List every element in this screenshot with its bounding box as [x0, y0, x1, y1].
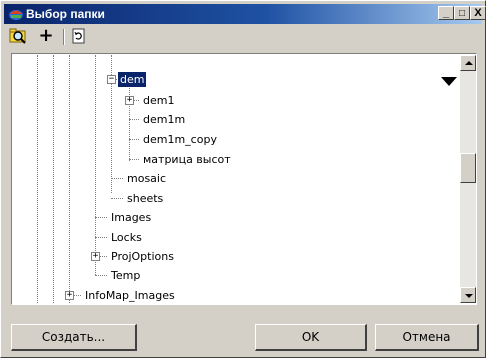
tree-item-dem[interactable]: dem [118, 72, 147, 87]
arrow-up-icon [465, 61, 473, 65]
vertical-scrollbar[interactable] [460, 55, 476, 303]
tree-item-temp[interactable]: Temp [109, 268, 142, 283]
tree-item-mosaic[interactable]: mosaic [125, 171, 168, 186]
window-title: Выбор папки [26, 7, 105, 21]
tree-item-dem1m-copy[interactable]: dem1m_copy [141, 132, 219, 147]
toolbar-separator [63, 29, 65, 45]
tree-guide-line [37, 55, 38, 303]
scroll-thumb[interactable] [460, 153, 476, 183]
arrow-down-icon [465, 294, 473, 298]
close-button[interactable]: X [470, 6, 486, 20]
tree-guide-line [95, 55, 96, 275]
tree-item-dem1m[interactable]: dem1m [141, 112, 187, 127]
tree-item-locks[interactable]: Locks [109, 230, 144, 245]
tree-connector [95, 237, 107, 238]
tree-content: − dem + dem1 dem1m dem1m_copy матрица вы… [13, 55, 459, 303]
refresh-icon [72, 28, 85, 44]
app-icon [9, 10, 23, 20]
tree-connector [129, 159, 139, 160]
tree-guide-line [53, 55, 54, 303]
plus-icon: + [92, 251, 99, 261]
scroll-down-button[interactable] [460, 287, 476, 303]
tree-item-infomap-images[interactable]: InfoMap_Images [83, 288, 177, 303]
tree-item-dem1[interactable]: dem1 [141, 93, 176, 108]
folder-picker-dialog: Выбор папки _ □ X + − dem + dem1 dem1m d… [0, 0, 486, 358]
plus-icon: + [126, 95, 133, 105]
refresh-button[interactable] [69, 27, 91, 47]
find-folder-icon [9, 28, 26, 44]
find-folder-button[interactable] [9, 27, 31, 47]
tree-connector [129, 119, 139, 120]
close-icon: X [474, 7, 482, 19]
expand-toggle[interactable]: + [91, 252, 100, 261]
tree-connector [95, 217, 107, 218]
maximize-icon: □ [458, 8, 466, 19]
collapse-toggle[interactable]: − [107, 75, 116, 84]
add-button[interactable]: + [35, 27, 57, 47]
minimize-icon: _ [442, 7, 450, 19]
title-bar[interactable]: Выбор папки _ □ X [4, 4, 486, 24]
minimize-button[interactable]: _ [438, 6, 454, 20]
expand-toggle[interactable]: + [65, 291, 74, 300]
tree-item-sheets[interactable]: sheets [125, 191, 165, 206]
tree-item-images[interactable]: Images [109, 210, 153, 225]
tree-connector [111, 198, 123, 199]
tree-item-height-matrix[interactable]: матрица высот [141, 152, 233, 167]
dropdown-arrow-icon[interactable] [441, 77, 457, 86]
plus-icon: + [66, 290, 73, 300]
tree-item-projoptions[interactable]: ProjOptions [109, 249, 176, 264]
minus-icon: − [108, 74, 115, 84]
ok-button[interactable]: OK [255, 324, 367, 351]
maximize-button[interactable]: □ [454, 6, 470, 20]
tree-connector [111, 178, 123, 179]
cancel-button[interactable]: Отмена [375, 324, 479, 351]
tree-connector [95, 275, 107, 276]
toolbar: + [9, 27, 479, 47]
add-icon: + [38, 25, 54, 46]
create-folder-button[interactable]: Создать... [11, 324, 137, 351]
tree-guide-line [69, 55, 70, 303]
expand-toggle[interactable]: + [125, 96, 134, 105]
tree-connector [129, 139, 139, 140]
folder-tree[interactable]: − dem + dem1 dem1m dem1m_copy матрица вы… [11, 53, 477, 305]
tree-guide-line [129, 81, 130, 161]
scroll-up-button[interactable] [460, 55, 476, 71]
